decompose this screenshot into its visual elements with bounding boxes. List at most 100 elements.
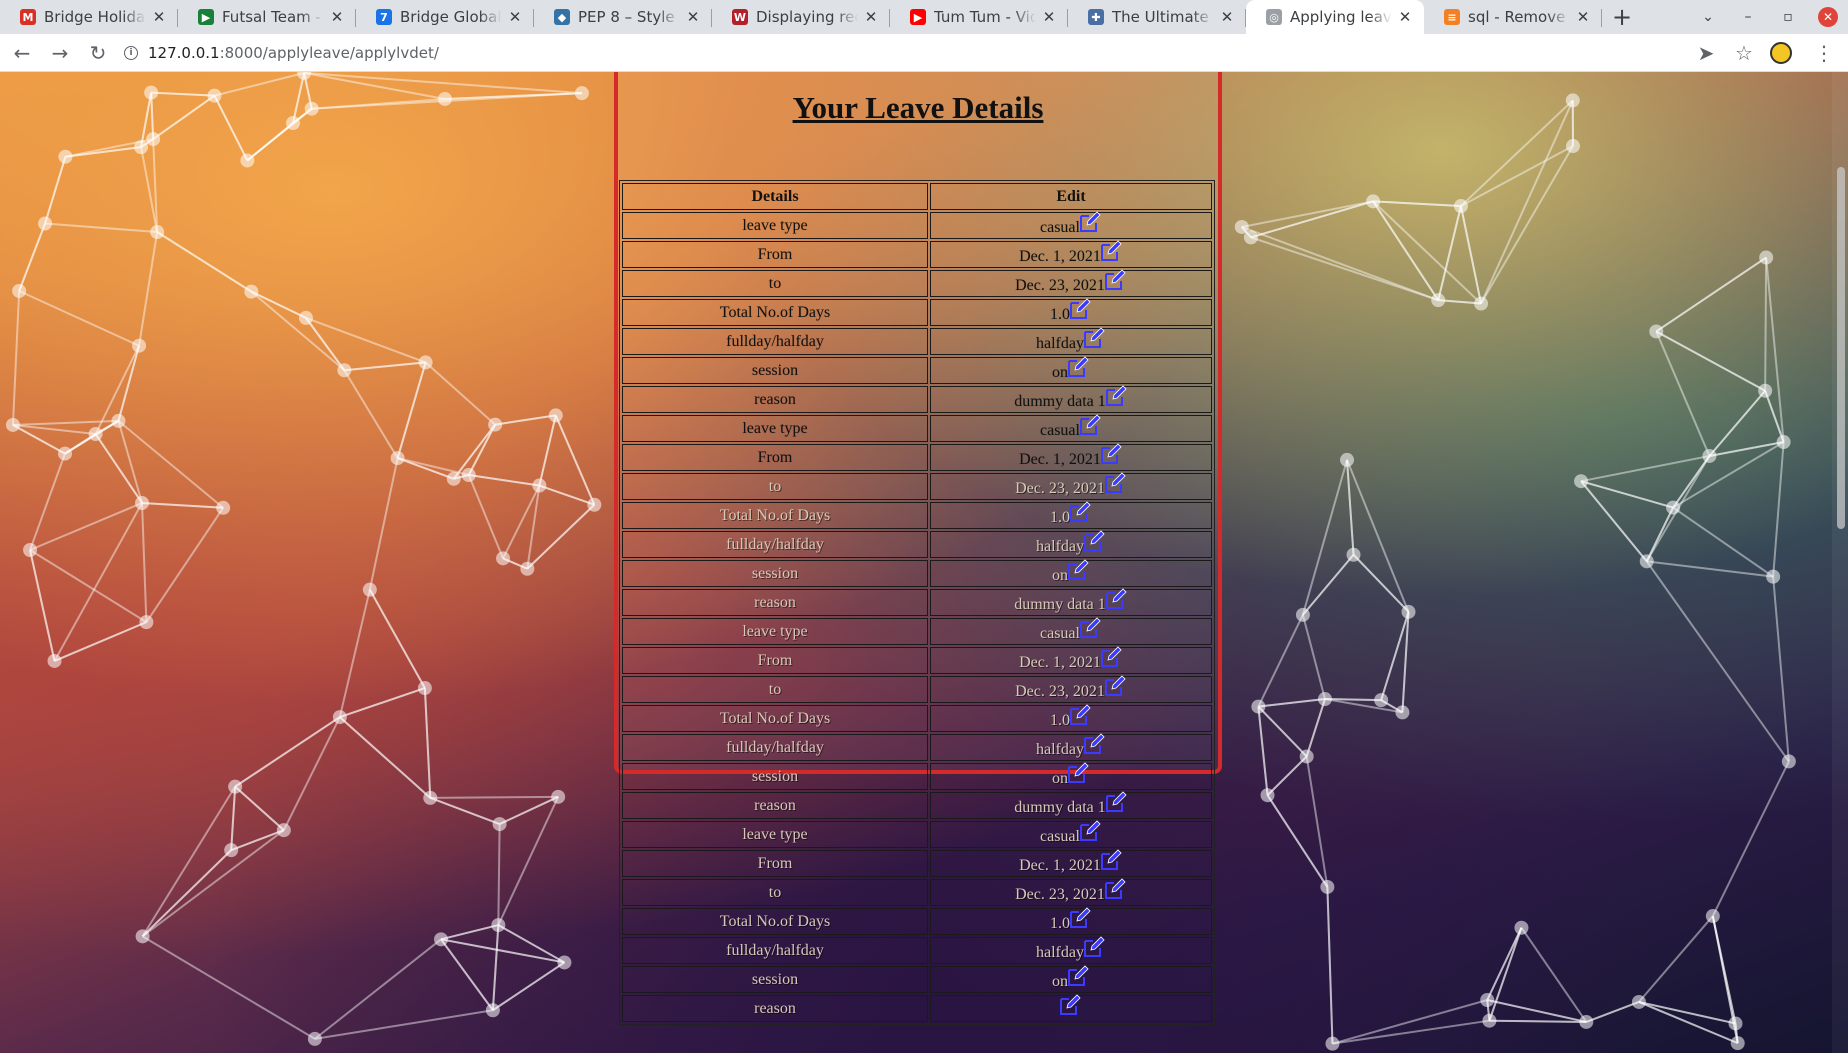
table-row: session on [622,558,1212,587]
edit-icon[interactable] [1068,906,1092,930]
table-row: to Dec. 23, 2021 [622,674,1212,703]
minimize-button[interactable]: – [1728,0,1768,34]
tab-close-button[interactable]: ✕ [328,8,346,26]
edit-icon[interactable] [1104,384,1128,408]
tab-title: PEP 8 – Style Gui [578,8,680,26]
tab-close-button[interactable]: ✕ [1040,8,1058,26]
forward-button[interactable]: → [44,37,76,69]
close-icon: ✕ [1576,8,1590,26]
edit-icon[interactable] [1099,848,1123,872]
edit-icon[interactable] [1103,268,1127,292]
edit-icon[interactable] [1099,239,1123,263]
profile-avatar[interactable] [1770,41,1792,64]
close-icon: ✕ [1818,7,1838,27]
table-row: to Dec. 23, 2021 [622,877,1212,906]
browser-tab[interactable]: ◎ Applying leave d ✕ [1246,0,1424,34]
info-icon[interactable]: i [124,45,138,60]
row-label: reason [622,995,928,1022]
edit-icon[interactable] [1103,471,1127,495]
reload-button[interactable]: ↻ [82,37,114,69]
table-row: fullday/halfday halfday [622,732,1212,761]
scrollbar-thumb[interactable] [1837,167,1845,529]
edit-icon[interactable] [1078,616,1102,640]
tab-close-button[interactable]: ✕ [1574,8,1592,26]
table-row: fullday/halfday halfday [622,326,1212,355]
edit-icon[interactable] [1082,326,1106,350]
edit-icon[interactable] [1082,732,1106,756]
row-label: From [622,850,928,877]
browser-tab[interactable]: ✚ The Ultimate Gu ✕ [1068,0,1246,34]
browser-tab[interactable]: W Displaying recor ✕ [712,0,890,34]
tab-close-button[interactable]: ✕ [506,8,524,26]
page-scrollbar[interactable] [1832,72,1848,1053]
close-window-button[interactable]: ✕ [1808,0,1848,34]
header-details: Details [622,183,928,210]
row-label: fullday/halfday [622,734,928,761]
browser-tab[interactable]: 7 Bridge Global - C ✕ [356,0,534,34]
stackoverflow-icon: ≡ [1444,9,1460,25]
edit-icon[interactable] [1082,529,1106,553]
edit-icon[interactable] [1066,964,1090,988]
edit-icon[interactable] [1066,761,1090,785]
browser-tab[interactable]: M Bridge Holiday L ✕ [0,0,178,34]
browser-tab[interactable]: ◆ PEP 8 – Style Gui ✕ [534,0,712,34]
back-button[interactable]: ← [6,37,38,69]
row-edit-cell: halfday [930,529,1212,558]
close-icon: ✕ [1398,8,1412,26]
edit-icon[interactable] [1104,790,1128,814]
table-row: session on [622,964,1212,993]
arrow-right-icon: → [51,40,69,65]
row-label: From [622,647,928,674]
edit-icon[interactable] [1103,877,1127,901]
send-tab-button[interactable]: ➤ [1690,37,1722,69]
edit-icon[interactable] [1099,442,1123,466]
tab-close-button[interactable]: ✕ [1396,8,1414,26]
table-row: reason dummy data 1 [622,790,1212,819]
close-icon: ✕ [1220,8,1234,26]
edit-icon[interactable] [1103,674,1127,698]
edit-icon[interactable] [1068,500,1092,524]
edit-icon[interactable] [1104,587,1128,611]
row-edit-cell: dummy data 1 [930,790,1212,819]
tab-close-button[interactable]: ✕ [150,8,168,26]
tab-search-button[interactable]: ⌄ [1688,0,1728,34]
calendar-icon: 7 [376,9,392,25]
tab-close-button[interactable]: ✕ [1218,8,1236,26]
tab-close-button[interactable]: ✕ [684,8,702,26]
edit-icon[interactable] [1066,355,1090,379]
browser-tab[interactable]: ▶ Tum Tum - Video ✕ [890,0,1068,34]
edit-icon[interactable] [1078,819,1102,843]
new-tab-button[interactable]: + [1602,0,1642,34]
edit-icon[interactable] [1099,645,1123,669]
reload-icon: ↻ [89,40,107,65]
table-row: fullday/halfday halfday [622,529,1212,558]
browser-tab[interactable]: ▶ Futsal Team - 202 ✕ [178,0,356,34]
sheets-icon: ▶ [198,9,214,25]
table-row: session on [622,355,1212,384]
tab-title: Bridge Global - C [400,8,502,26]
restore-button[interactable]: ▫ [1768,0,1808,34]
menu-button[interactable]: ⋮ [1808,37,1840,69]
edit-icon[interactable] [1058,993,1082,1017]
row-edit-cell: Dec. 1, 2021 [930,848,1212,877]
row-value: dummy data 1 [1014,392,1106,410]
edit-icon[interactable] [1082,935,1106,959]
bookmark-button[interactable]: ☆ [1728,37,1760,69]
site-icon: W [732,9,748,25]
row-edit-cell: casual [930,819,1212,848]
edit-icon[interactable] [1068,703,1092,727]
python-icon: ◆ [554,9,570,25]
table-row: reason dummy data 1 [622,384,1212,413]
row-value: Dec. 1, 2021 [1019,856,1101,874]
browser-tab[interactable]: ≡ sql - Remove dup ✕ [1424,0,1602,34]
edit-icon[interactable] [1078,210,1102,234]
edit-icon[interactable] [1068,297,1092,321]
edit-icon[interactable] [1078,413,1102,437]
row-label: to [622,270,928,297]
tab-close-button[interactable]: ✕ [862,8,880,26]
tab-title: Displaying recor [756,8,858,26]
address-bar[interactable]: i 127.0.0.1:8000/applyleave/applylvdet/ [124,38,1684,68]
puzzle-icon: ✚ [1088,9,1104,25]
kebab-menu-icon: ⋮ [1814,40,1834,65]
edit-icon[interactable] [1066,558,1090,582]
